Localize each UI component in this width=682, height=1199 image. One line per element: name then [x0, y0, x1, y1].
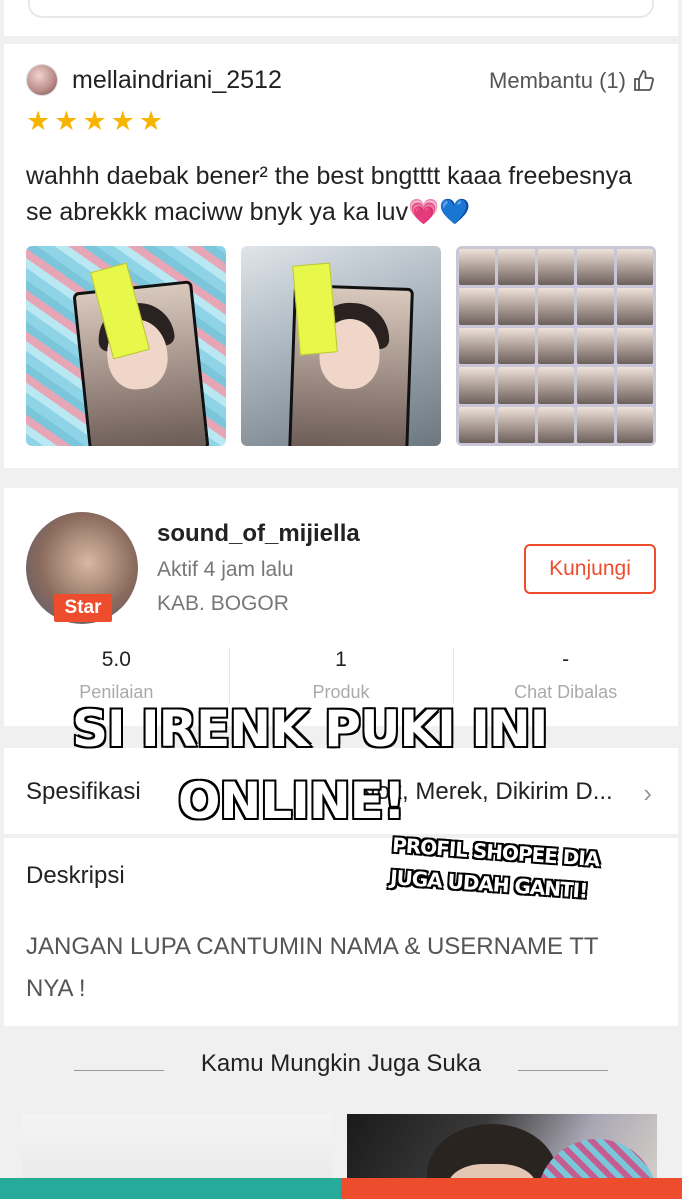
rating-stars: ★ ★ ★ ★ ★ [26, 108, 163, 135]
visit-shop-button[interactable]: Kunjungi [524, 544, 656, 594]
star-badge: Star [54, 594, 112, 622]
reviewer-name[interactable]: mellaindriani_2512 [72, 66, 282, 95]
reviewer-row: mellaindriani_2512 [26, 64, 282, 96]
stat-value: 1 [335, 648, 347, 671]
bottom-action-bar [0, 1178, 682, 1199]
overlay-caption: SI IRENK PUKI INI [70, 699, 549, 760]
chat-button[interactable] [0, 1178, 341, 1199]
star-icon: ★ [26, 106, 51, 136]
helpful-button[interactable]: Membantu (1) [489, 68, 656, 94]
helpful-label: Membantu (1) [489, 68, 626, 93]
shop-card: Star sound_of_mijiella Aktif 4 jam lalu … [4, 488, 678, 726]
stat-products: 1 Produk [228, 648, 454, 704]
shop-stats: 5.0 Penilaian 1 Produk - Chat Dibalas [4, 648, 678, 704]
divider [518, 1070, 608, 1071]
recommendations-header: Kamu Mungkin Juga Suka [200, 1050, 482, 1077]
shop-location: KAB. BOGOR [157, 592, 289, 615]
buy-button[interactable] [341, 1178, 682, 1199]
description-text: JANGAN LUPA CANTUMIN NAMA & USERNAME TT … [26, 933, 599, 1002]
previous-card-edge [4, 0, 678, 36]
stat-chat-reply: - Chat Dibalas [453, 648, 678, 704]
spec-title: Spesifikasi [26, 778, 141, 805]
review-text: wahhh daebak bener² the best bngtttt kaa… [26, 162, 632, 226]
review-photo[interactable] [26, 246, 226, 446]
chevron-right-icon: › [643, 778, 652, 808]
review-photos [26, 246, 656, 446]
review-photo[interactable] [241, 246, 441, 446]
review-photo[interactable] [456, 246, 656, 446]
stat-value: - [562, 648, 570, 671]
review-card: mellaindriani_2512 Membantu (1) ★ ★ ★ ★ … [4, 44, 678, 468]
star-icon: ★ [82, 106, 107, 136]
star-icon: ★ [54, 106, 79, 136]
thumbs-up-icon [634, 70, 654, 91]
star-icon: ★ [110, 106, 135, 136]
overlay-caption: ONLINE! [177, 771, 408, 832]
reviewer-avatar[interactable] [26, 64, 58, 96]
shop-name[interactable]: sound_of_mijiella [157, 520, 360, 548]
shop-active-status: Aktif 4 jam lalu [157, 558, 294, 581]
star-icon: ★ [138, 106, 164, 136]
description-title: Deskripsi [26, 862, 125, 889]
stat-rating: 5.0 Penilaian [4, 648, 229, 703]
search-pill [28, 0, 654, 18]
stat-value: 5.0 [101, 648, 131, 671]
